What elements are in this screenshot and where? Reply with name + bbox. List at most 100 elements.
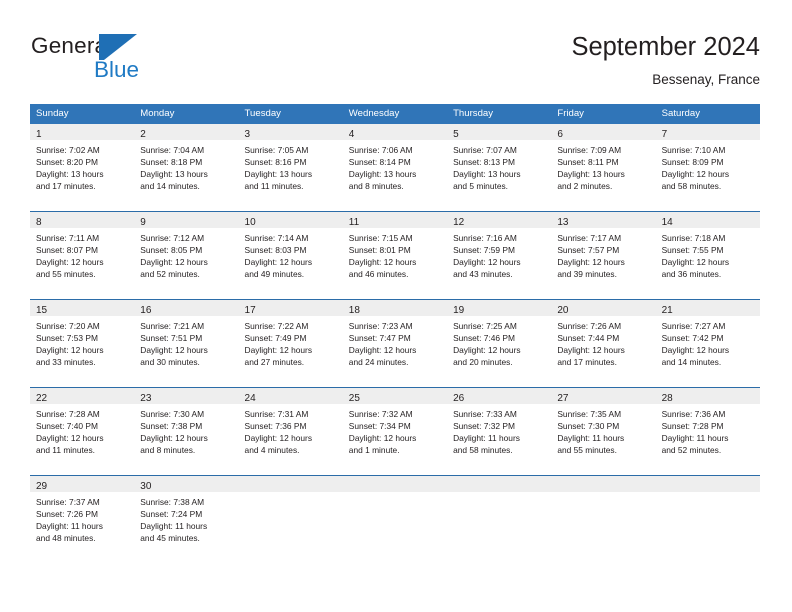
calendar-day-cell[interactable]: 7 Sunrise: 7:10 AM Sunset: 8:09 PM Daylight… [655, 124, 760, 211]
day-number: 23 [140, 393, 152, 404]
calendar-day-cell[interactable]: 18 Sunrise: 7:23 AM Sunset: 7:47 PM Dayligh… [342, 300, 448, 387]
calendar-day-cell[interactable]: 27 Sunrise: 7:35 AM Sunset: 7:30 PM Dayligh… [551, 388, 656, 475]
day-details: Sunrise: 7:20 AM Sunset: 7:53 PM Daylight:… [30, 316, 134, 368]
day-number-band: 10 [238, 212, 343, 228]
calendar-day-cell[interactable]: 5 Sunrise: 7:07 AM Sunset: 8:13 PM Daylight… [447, 124, 552, 211]
calendar-day-cell[interactable]: 21 Sunrise: 7:27 AM Sunset: 7:42 PM Dayligh… [655, 300, 760, 387]
calendar-day-cell-empty [342, 476, 448, 564]
daylight-text-line2: and 20 minutes. [453, 357, 513, 368]
calendar-day-cell[interactable]: 15 Sunrise: 7:20 AM Sunset: 7:53 PM Dayligh… [30, 300, 135, 387]
day-number: 16 [140, 305, 152, 316]
sunrise-text: Sunrise: 7:31 AM [244, 409, 309, 419]
day-number: 25 [348, 393, 360, 404]
daylight-text-line2: and 17 minutes. [557, 357, 617, 368]
day-number-band: 25 [342, 388, 448, 404]
calendar-day-cell[interactable]: 19 Sunrise: 7:25 AM Sunset: 7:46 PM Dayligh… [447, 300, 552, 387]
sunset-text: Sunset: 7:49 PM [244, 333, 307, 344]
weekday-header-thursday: Thursday [453, 108, 494, 119]
daylight-text-line2: and 17 minutes. [36, 181, 96, 192]
calendar-day-cell[interactable]: 12 Sunrise: 7:16 AM Sunset: 7:59 PM Dayligh… [447, 212, 552, 299]
sunset-text: Sunset: 7:57 PM [557, 245, 620, 256]
day-details: Sunrise: 7:05 AM Sunset: 8:16 PM Daylight:… [239, 140, 343, 192]
day-number-band [342, 476, 448, 492]
daylight-text-line1: Daylight: 13 hours [348, 169, 417, 180]
daylight-text-line2: and 4 minutes. [244, 445, 300, 456]
day-details: Sunrise: 7:25 AM Sunset: 7:46 PM Daylight:… [447, 316, 551, 368]
calendar-day-cell[interactable]: 26 Sunrise: 7:33 AM Sunset: 7:32 PM Dayligh… [447, 388, 552, 475]
calendar-day-cell[interactable]: 30 Sunrise: 7:38 AM Sunset: 7:24 PM Dayligh… [134, 476, 239, 564]
calendar-day-cell[interactable]: 29 Sunrise: 7:37 AM Sunset: 7:26 PM Dayligh… [30, 476, 135, 564]
sunset-text: Sunset: 7:34 PM [348, 421, 411, 432]
calendar-day-cell[interactable]: 16 Sunrise: 7:21 AM Sunset: 7:51 PM Dayligh… [134, 300, 239, 387]
calendar-day-cell[interactable]: 8 Sunrise: 7:11 AM Sunset: 8:07 PM Daylight… [30, 212, 135, 299]
calendar-day-cell[interactable]: 2 Sunrise: 7:04 AM Sunset: 8:18 PM Daylight… [134, 124, 239, 211]
sunset-text: Sunset: 7:55 PM [661, 245, 724, 256]
calendar-day-cell[interactable]: 22 Sunrise: 7:28 AM Sunset: 7:40 PM Dayligh… [30, 388, 135, 475]
sunrise-text: Sunrise: 7:05 AM [244, 145, 309, 155]
day-number: 30 [140, 481, 152, 492]
daylight-text-line2: and 36 minutes. [661, 269, 722, 280]
daylight-text-line2: and 11 minutes. [36, 445, 95, 456]
daylight-text-line1: Daylight: 12 hours [244, 257, 313, 268]
day-number: 26 [453, 393, 465, 404]
day-number-band: 13 [551, 212, 656, 228]
calendar-page: General Blue September 2024 Bessenay, Fr… [0, 0, 792, 612]
day-number-band: 7 [655, 124, 760, 140]
day-number-band: 6 [551, 124, 656, 140]
daylight-text-line2: and 24 minutes. [348, 357, 409, 368]
day-details: Sunrise: 7:18 AM Sunset: 7:55 PM Daylight:… [656, 228, 760, 280]
day-number: 11 [348, 217, 360, 228]
sunrise-text: Sunrise: 7:38 AM [140, 497, 205, 507]
sunset-text: Sunset: 8:14 PM [348, 157, 411, 168]
daylight-text-line1: Daylight: 12 hours [557, 345, 625, 356]
sunrise-text: Sunrise: 7:02 AM [36, 145, 100, 155]
daylight-text-line1: Daylight: 13 hours [557, 169, 625, 180]
daylight-text-line2: and 1 minute. [348, 445, 400, 456]
day-details: Sunrise: 7:33 AM Sunset: 7:32 PM Daylight:… [447, 404, 551, 456]
sunrise-text: Sunrise: 7:30 AM [140, 409, 205, 419]
day-number-band: 9 [134, 212, 239, 228]
sunset-text: Sunset: 8:01 PM [348, 245, 411, 256]
calendar-day-cell[interactable]: 1 Sunrise: 7:02 AM Sunset: 8:20 PM Daylight… [30, 124, 135, 211]
daylight-text-line2: and 30 minutes. [140, 357, 200, 368]
day-number-band: 8 [30, 212, 135, 228]
brand-logo[interactable]: General Blue [31, 33, 231, 85]
sunrise-text: Sunrise: 7:25 AM [453, 321, 517, 331]
day-number-band: 15 [30, 300, 135, 316]
day-number-band: 3 [238, 124, 343, 140]
daylight-text-line1: Daylight: 12 hours [244, 345, 313, 356]
calendar-day-cell[interactable]: 25 Sunrise: 7:32 AM Sunset: 7:34 PM Dayligh… [342, 388, 448, 475]
daylight-text-line2: and 43 minutes. [453, 269, 513, 280]
day-number-band: 12 [447, 212, 552, 228]
calendar-day-cell[interactable]: 10 Sunrise: 7:14 AM Sunset: 8:03 PM Dayligh… [238, 212, 343, 299]
day-number-band: 30 [134, 476, 239, 492]
daylight-text-line2: and 11 minutes. [244, 181, 304, 192]
calendar-day-cell[interactable]: 13 Sunrise: 7:17 AM Sunset: 7:57 PM Dayligh… [551, 212, 656, 299]
sunrise-text: Sunrise: 7:09 AM [557, 145, 622, 155]
calendar-day-cell[interactable]: 14 Sunrise: 7:18 AM Sunset: 7:55 PM Dayligh… [655, 212, 760, 299]
calendar-day-cell[interactable]: 11 Sunrise: 7:15 AM Sunset: 8:01 PM Dayligh… [342, 212, 448, 299]
calendar-day-cell[interactable]: 24 Sunrise: 7:31 AM Sunset: 7:36 PM Dayligh… [238, 388, 343, 475]
day-number: 18 [348, 305, 360, 316]
day-number: 15 [36, 305, 48, 316]
sunrise-text: Sunrise: 7:36 AM [661, 409, 726, 419]
daylight-text-line2: and 58 minutes. [453, 445, 513, 456]
sunrise-text: Sunrise: 7:37 AM [36, 497, 100, 507]
sunrise-text: Sunrise: 7:17 AM [557, 233, 622, 243]
sunset-text: Sunset: 7:59 PM [453, 245, 515, 256]
calendar-day-cell[interactable]: 9 Sunrise: 7:12 AM Sunset: 8:05 PM Daylight… [134, 212, 239, 299]
calendar-day-cell[interactable]: 6 Sunrise: 7:09 AM Sunset: 8:11 PM Daylight… [551, 124, 656, 211]
day-details: Sunrise: 7:04 AM Sunset: 8:18 PM Daylight:… [134, 140, 238, 192]
daylight-text-line2: and 55 minutes. [36, 269, 96, 280]
sunrise-text: Sunrise: 7:18 AM [661, 233, 726, 243]
calendar-day-cell[interactable]: 4 Sunrise: 7:06 AM Sunset: 8:14 PM Daylight… [342, 124, 448, 211]
day-number: 13 [557, 217, 569, 228]
calendar-day-cell[interactable]: 17 Sunrise: 7:22 AM Sunset: 7:49 PM Dayligh… [238, 300, 343, 387]
day-details: Sunrise: 7:36 AM Sunset: 7:28 PM Daylight:… [656, 404, 760, 456]
calendar-day-cell[interactable]: 20 Sunrise: 7:26 AM Sunset: 7:44 PM Dayligh… [551, 300, 656, 387]
day-details: Sunrise: 7:02 AM Sunset: 8:20 PM Daylight:… [30, 140, 134, 192]
calendar-day-cell[interactable]: 28 Sunrise: 7:36 AM Sunset: 7:28 PM Dayligh… [655, 388, 760, 475]
calendar-day-cell[interactable]: 23 Sunrise: 7:30 AM Sunset: 7:38 PM Dayligh… [134, 388, 239, 475]
day-number-band: 18 [342, 300, 448, 316]
calendar-day-cell[interactable]: 3 Sunrise: 7:05 AM Sunset: 8:16 PM Daylight… [238, 124, 343, 211]
